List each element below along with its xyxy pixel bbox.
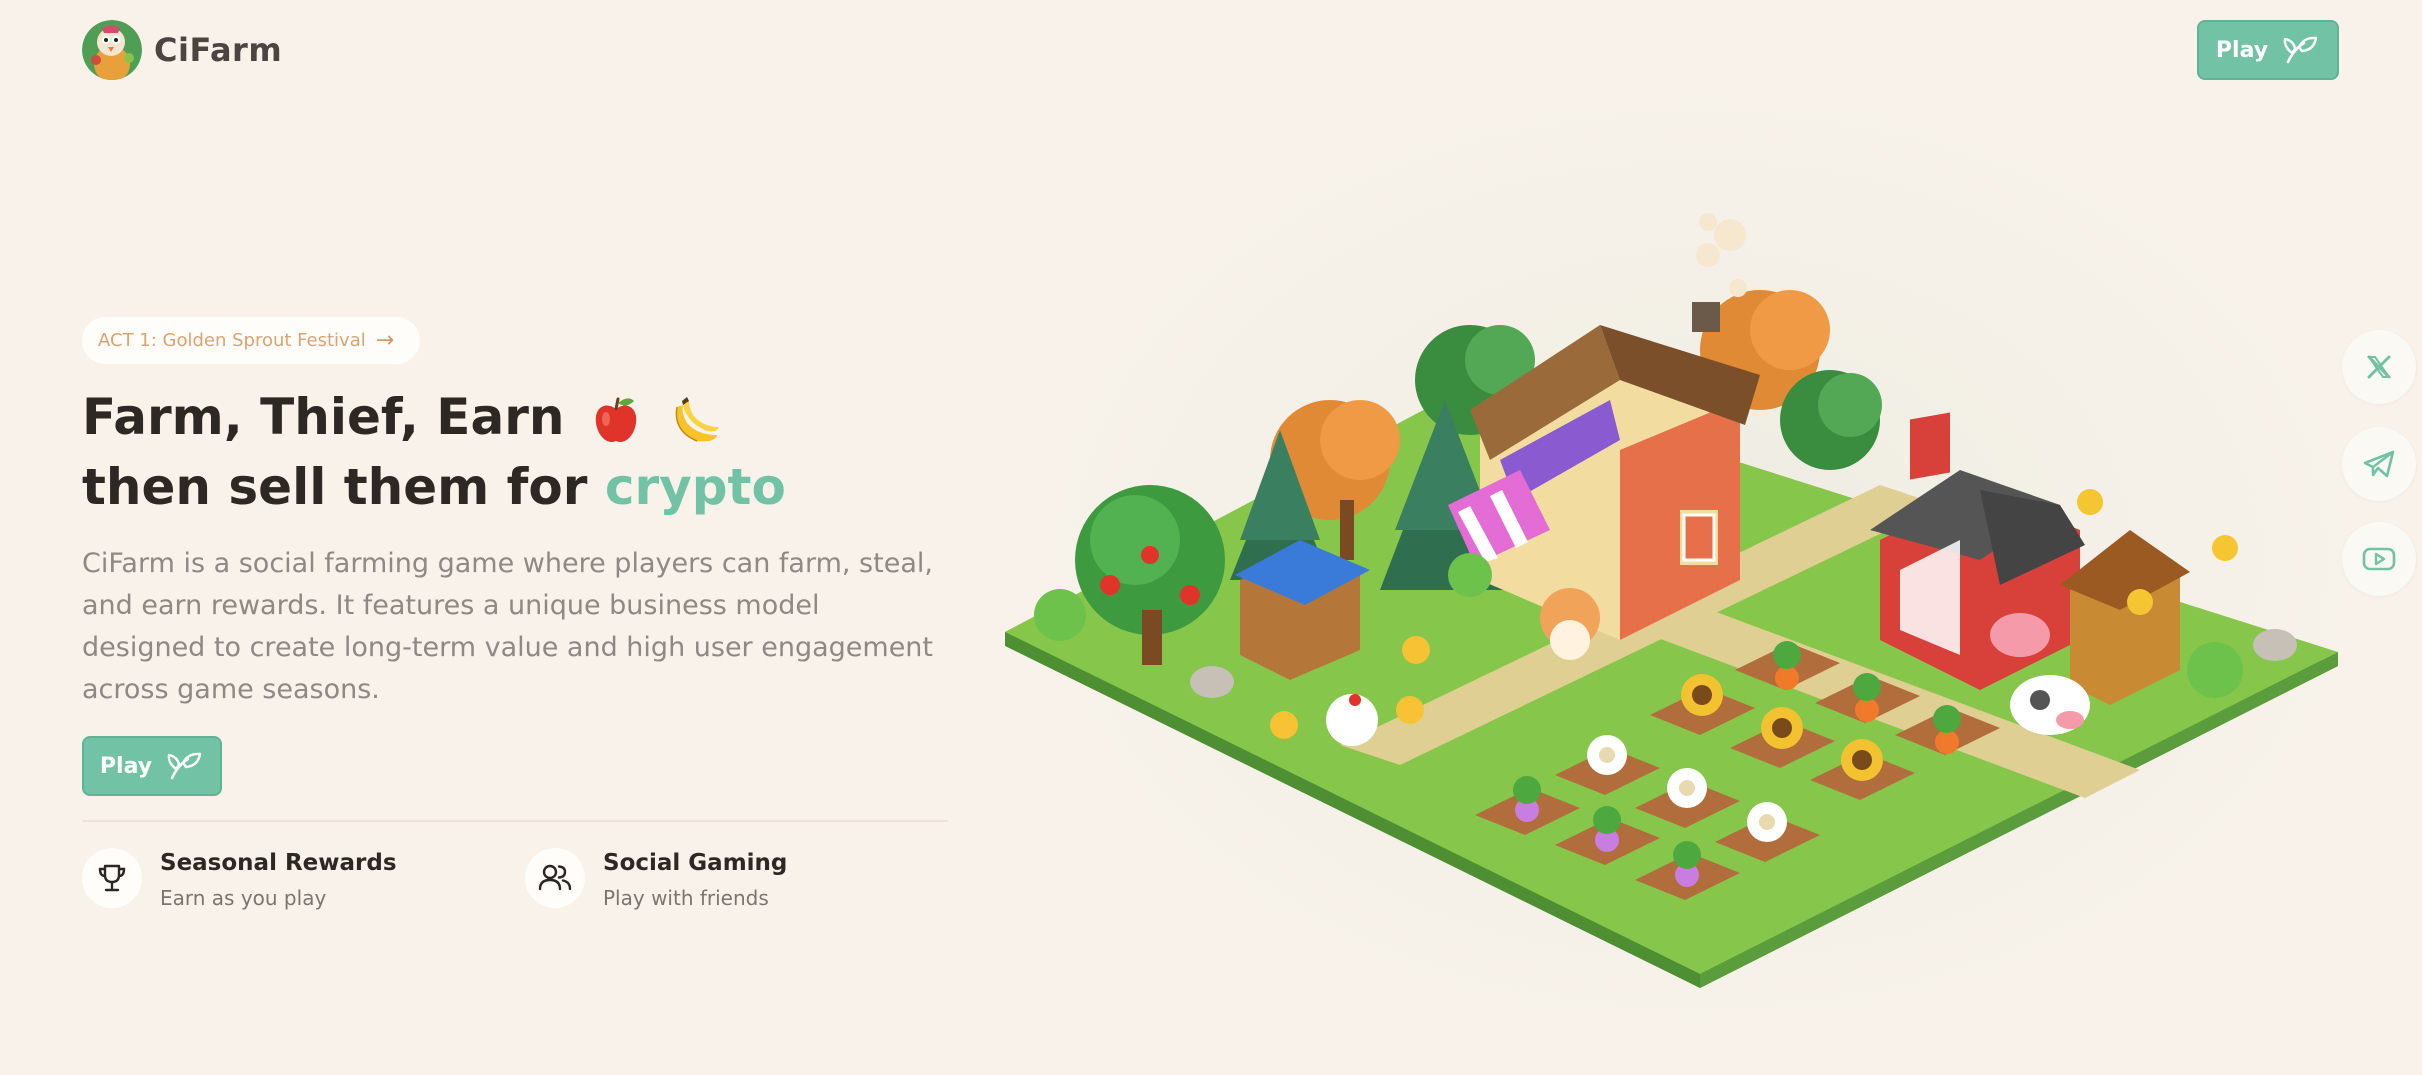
sprout-icon [2283, 36, 2318, 64]
headline-text-1: Farm, Thief, Earn [82, 388, 565, 446]
header-play-button[interactable]: Play [2197, 20, 2339, 80]
feature-social-gaming: Social Gaming Play with friends [525, 848, 787, 910]
play-label: Play [99, 753, 153, 779]
banana-icon [675, 396, 720, 442]
feature-title: Seasonal Rewards [160, 850, 397, 876]
feature-subtitle: Play with friends [603, 886, 769, 910]
trophy-icon [82, 848, 142, 908]
apple-icon [595, 397, 637, 442]
divider [82, 820, 948, 822]
festival-badge[interactable]: ACT 1: Golden Sprout Festival → [82, 317, 420, 364]
headline-line-1: Farm, Thief, Earn [82, 388, 723, 449]
headline-line-2: then sell them for crypto [82, 458, 786, 516]
headline-text-2: then sell them for [82, 458, 588, 516]
brand[interactable]: CiFarm [82, 20, 282, 80]
youtube-icon [2362, 547, 2396, 571]
arrow-right-icon: → [375, 328, 395, 353]
hero-play-button[interactable]: Play [82, 736, 222, 796]
feature-seasonal-rewards: Seasonal Rewards Earn as you play [82, 848, 397, 910]
hero-description: CiFarm is a social farming game where pl… [82, 548, 934, 705]
sprout-icon [167, 752, 202, 780]
play-label: Play [2215, 37, 2269, 63]
badge-text: ACT 1: Golden Sprout Festival [98, 330, 366, 351]
x-icon [2367, 355, 2391, 379]
farm-illustration [1005, 213, 2338, 988]
feature-subtitle: Earn as you play [160, 886, 327, 910]
logo-icon [82, 20, 142, 80]
telegram-icon [2363, 450, 2395, 478]
brand-name: CiFarm [154, 31, 283, 69]
feature-title: Social Gaming [603, 850, 788, 876]
headline-accent: crypto [604, 458, 786, 516]
youtube-button[interactable] [2342, 522, 2416, 596]
telegram-button[interactable] [2342, 427, 2416, 501]
users-icon [525, 848, 585, 908]
x-button[interactable] [2342, 330, 2416, 404]
